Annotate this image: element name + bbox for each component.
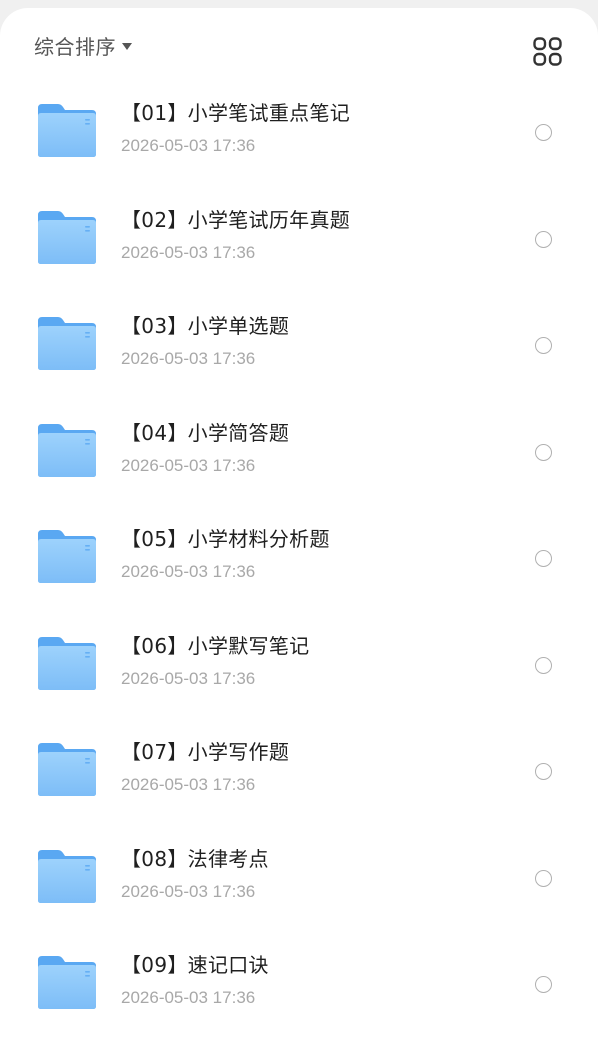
file-date: 2026-05-03 17:36 xyxy=(121,455,256,475)
file-list-item[interactable]: 【09】速记口诀 2026-05-03 17:36 xyxy=(0,906,598,1013)
file-list-item[interactable]: 【06】小学默写笔记 2026-05-03 17:36 xyxy=(0,587,598,694)
file-name: 【07】小学写作题 xyxy=(121,740,290,764)
folder-icon xyxy=(36,315,98,371)
folder-icon xyxy=(36,209,98,265)
file-list-item[interactable]: 【08】法律考点 2026-05-03 17:36 xyxy=(0,800,598,907)
select-radio[interactable] xyxy=(535,976,552,993)
file-date: 2026-05-03 17:36 xyxy=(121,881,256,901)
select-radio[interactable] xyxy=(535,443,552,461)
file-list-item[interactable]: 【01】小学笔试重点笔记 2026-05-03 17:36 xyxy=(0,54,598,161)
file-date: 2026-05-03 17:36 xyxy=(121,988,256,1007)
file-date: 2026-05-03 17:36 xyxy=(121,562,256,581)
file-name: 【02】小学笔试历年真题 xyxy=(121,207,351,232)
folder-icon xyxy=(36,102,98,158)
file-list-item[interactable]: 【03】小学单选题 2026-05-03 17:36 xyxy=(0,267,598,374)
folder-icon xyxy=(36,848,98,904)
folder-icon xyxy=(36,635,98,691)
file-date: 2026-05-03 17:36 xyxy=(121,668,256,688)
file-list: 【01】小学笔试重点笔记 2026-05-03 17:36 【02】小学笔试历年… xyxy=(0,54,598,1013)
file-name: 【05】小学材料分析题 xyxy=(121,527,330,551)
file-date: 2026-05-03 17:36 xyxy=(121,775,256,794)
select-radio[interactable] xyxy=(535,550,552,567)
folder-icon xyxy=(36,954,98,1010)
folder-icon xyxy=(36,528,98,584)
file-list-item[interactable]: 【04】小学简答题 2026-05-03 17:36 xyxy=(0,374,598,481)
file-name: 【09】速记口诀 xyxy=(121,953,269,977)
select-radio[interactable] xyxy=(535,656,552,674)
file-name: 【08】法律考点 xyxy=(121,846,269,871)
file-date: 2026-05-03 17:36 xyxy=(121,349,256,368)
select-radio[interactable] xyxy=(535,763,552,780)
file-list-item[interactable]: 【05】小学材料分析题 2026-05-03 17:36 xyxy=(0,480,598,587)
folder-icon xyxy=(36,422,98,478)
select-radio[interactable] xyxy=(535,337,552,354)
file-date: 2026-05-03 17:36 xyxy=(121,242,256,262)
folder-icon xyxy=(36,741,98,797)
file-name: 【06】小学默写笔记 xyxy=(121,633,310,658)
file-name: 【04】小学简答题 xyxy=(121,420,290,445)
file-name: 【01】小学笔试重点笔记 xyxy=(121,101,351,125)
select-radio[interactable] xyxy=(535,869,552,887)
file-list-item[interactable]: 【07】小学写作题 2026-05-03 17:36 xyxy=(0,693,598,800)
select-radio[interactable] xyxy=(535,230,552,248)
select-radio[interactable] xyxy=(535,124,552,141)
file-date: 2026-05-03 17:36 xyxy=(121,136,256,155)
file-name: 【03】小学单选题 xyxy=(121,314,290,338)
file-list-panel: 综合排序 【01】小学笔试重点笔记 2026-05-03 17:36 【02】小… xyxy=(0,8,598,1048)
caret-down-icon xyxy=(122,42,132,50)
file-list-item[interactable]: 【02】小学笔试历年真题 2026-05-03 17:36 xyxy=(0,161,598,268)
